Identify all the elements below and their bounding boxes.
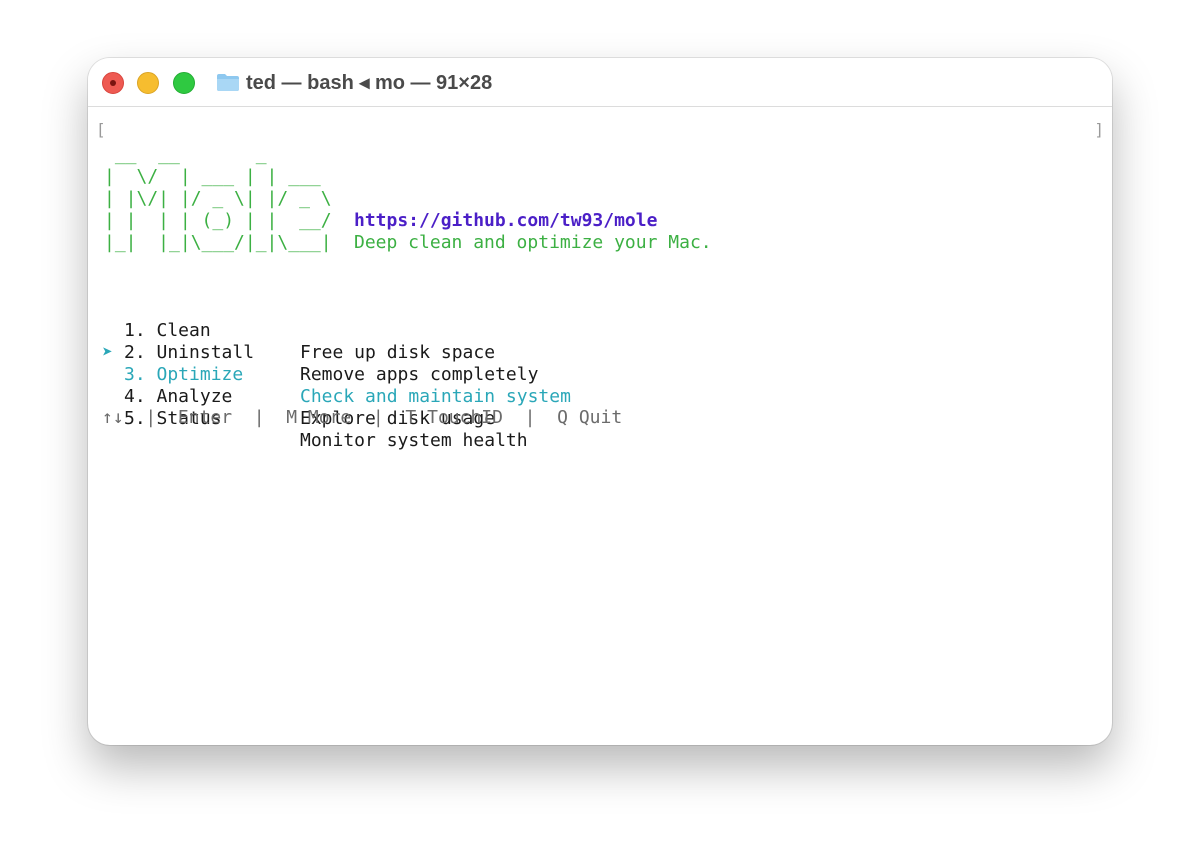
menu-item-desc: Monitor system health (300, 430, 528, 451)
menu-item-uninstall[interactable]: 2. Uninstall Remove apps completely (102, 298, 538, 385)
terminal-window: ted — bash ◂ mo — 91×28 [ ] __ __ _ | \/… (88, 58, 1112, 745)
bracket-close: ] (1094, 120, 1104, 139)
menu-item-desc: Check and maintain system (300, 386, 571, 407)
minimize-button[interactable] (137, 72, 159, 94)
close-button[interactable] (102, 72, 124, 94)
window-title: ted — bash ◂ mo — 91×28 (246, 72, 493, 94)
menu-item-optimize[interactable]: ➤ 3. Optimize Check and maintain system (102, 320, 571, 407)
github-url[interactable]: https://github.com/tw93/mole (354, 210, 657, 232)
keybinding-hints: ↑↓ | Enter | M More | T TouchID | Q Quit (102, 407, 623, 428)
bracket-open: [ (96, 120, 106, 139)
menu-item-desc: Free up disk space (300, 342, 496, 363)
mole-ascii-logo: __ __ _ | \/ | ___ | | ___ | |\/| |/ _ \… (104, 144, 332, 253)
folder-icon (217, 74, 239, 91)
zoom-button[interactable] (173, 72, 195, 94)
menu-item-status[interactable]: 5. Status Monitor system health (102, 364, 528, 451)
menu-item-desc: Remove apps completely (300, 364, 539, 385)
main-menu: 1. Clean Free up disk space 2. Uninstall… (102, 276, 571, 451)
tagline: Deep clean and optimize your Mac. (354, 232, 712, 253)
terminal-content[interactable]: [ ] __ __ _ | \/ | ___ | | ___ | |\/| |/… (88, 107, 1112, 745)
title-bar[interactable]: ted — bash ◂ mo — 91×28 (88, 58, 1112, 107)
menu-item-clean[interactable]: 1. Clean Free up disk space (102, 276, 495, 363)
menu-item-analyze[interactable]: 4. Analyze Explore disk usage (102, 342, 495, 429)
